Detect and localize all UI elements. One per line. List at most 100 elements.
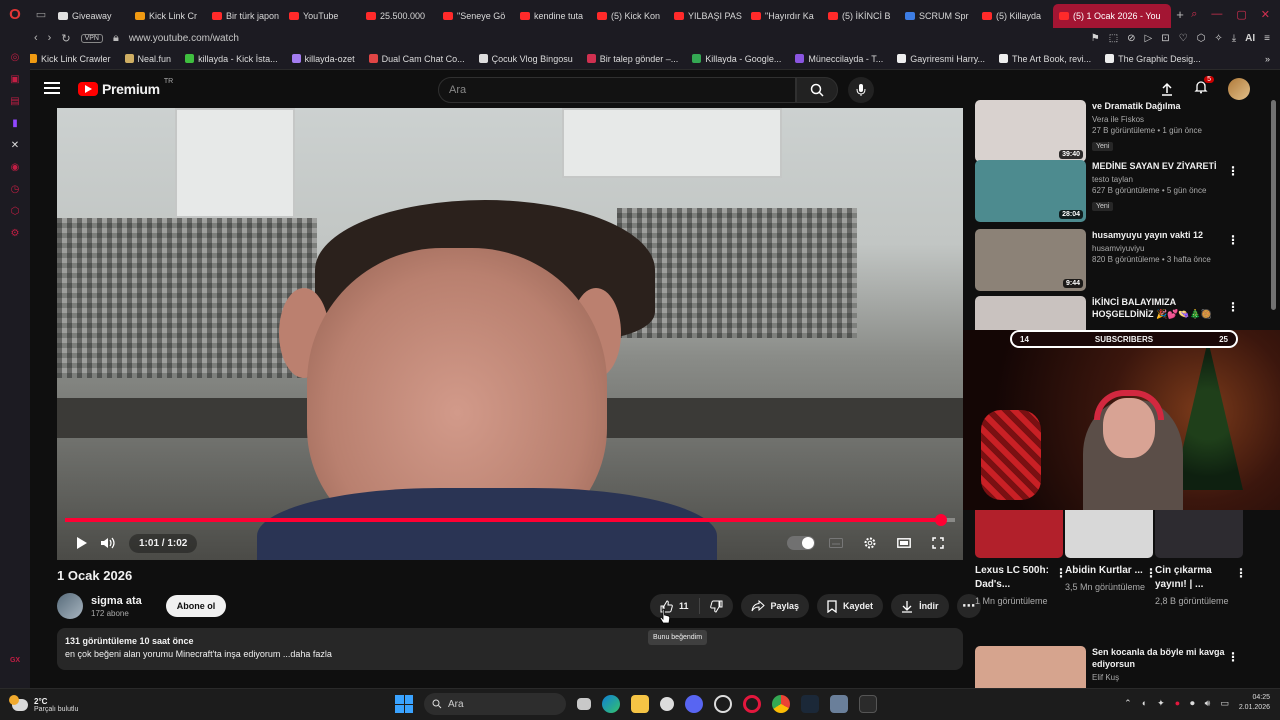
- browser-tab[interactable]: Giveaway: [52, 4, 129, 28]
- download-icon[interactable]: ⤓: [1232, 33, 1236, 44]
- more-options-icon[interactable]: ⋮: [1235, 566, 1247, 580]
- adblock-icon[interactable]: ⊘: [1127, 33, 1135, 44]
- menu-hamburger-icon[interactable]: [44, 82, 60, 94]
- channel-name[interactable]: sigma ata: [91, 595, 142, 607]
- bookmark-item[interactable]: Çocuk Vlog Bingosu: [478, 54, 573, 64]
- more-options-icon[interactable]: ⋮: [1227, 164, 1239, 178]
- youtube-logo[interactable]: Premium TR: [78, 78, 173, 97]
- browser-tab[interactable]: "Seneye Gö: [437, 4, 514, 28]
- related-video-item[interactable]: 9:44 husamyuyu yayın vakti 12 husamviyuviy…: [975, 229, 1265, 295]
- taskbar-search[interactable]: Ara: [424, 693, 566, 715]
- progress-bar[interactable]: [65, 514, 955, 526]
- related-video-title[interactable]: MEDİNE SAYAN EV ZİYARETİ: [1092, 160, 1232, 172]
- search-input[interactable]: Ara: [438, 77, 796, 103]
- short-thumbnail[interactable]: [1065, 510, 1153, 558]
- volume-tray-icon[interactable]: 🔊︎: [1205, 698, 1211, 709]
- bookmark-item[interactable]: killayda-ozet: [291, 54, 355, 64]
- related-video-item[interactable]: 39:40 ve Dramatik Dağılma Vera ile Fiskos 2…: [975, 100, 1265, 166]
- play-button[interactable]: [69, 530, 95, 556]
- tray-chevron-icon[interactable]: ⌃: [1124, 698, 1132, 709]
- related-video-title[interactable]: ve Dramatik Dağılma: [1092, 100, 1232, 112]
- opera-gx-icon[interactable]: [714, 695, 732, 713]
- gx-icon[interactable]: GX: [10, 657, 20, 664]
- bookmark-item[interactable]: Neal.fun: [124, 54, 171, 64]
- tray-app-icon[interactable]: ✦: [1157, 698, 1165, 709]
- taskbar-clock[interactable]: 04:25 2.01.2026: [1239, 693, 1270, 713]
- bookmark-item[interactable]: Dual Cam Chat Co...: [368, 54, 465, 64]
- related-video-channel[interactable]: Vera ile Fiskos: [1092, 115, 1232, 124]
- weather-widget[interactable]: 2°C Parçalı bulutlu: [0, 694, 120, 713]
- short-title[interactable]: Abidin Kurtlar ...: [1065, 564, 1153, 578]
- opera-icon[interactable]: [743, 695, 761, 713]
- browser-tab[interactable]: SCRUM Spr: [899, 4, 976, 28]
- short-item[interactable]: Cin çıkarma yayını! | ... 2,8 B görüntüle…: [1155, 510, 1247, 607]
- share-button[interactable]: Paylaş: [740, 594, 810, 618]
- short-title[interactable]: Lexus LC 500h: Dad's...: [975, 564, 1063, 592]
- autoplay-toggle[interactable]: [787, 536, 815, 550]
- vpn-badge[interactable]: VPN: [80, 33, 103, 43]
- back-icon[interactable]: ‹: [34, 32, 38, 44]
- snapshot-icon[interactable]: ⬚: [1109, 33, 1118, 44]
- browser-tab[interactable]: kendine tuta: [514, 4, 591, 28]
- volume-button[interactable]: [95, 530, 121, 556]
- file-explorer-icon[interactable]: [631, 695, 649, 713]
- new-tab-button[interactable]: +: [1171, 7, 1189, 22]
- channel-avatar[interactable]: [57, 593, 83, 619]
- pen-app-icon[interactable]: [859, 695, 877, 713]
- upload-icon[interactable]: [1160, 82, 1174, 96]
- description-box[interactable]: 131 görüntüleme 10 saat önce en çok beğe…: [57, 628, 963, 670]
- save-button[interactable]: Kaydet: [817, 594, 884, 618]
- short-thumbnail[interactable]: [975, 510, 1063, 558]
- related-video-title[interactable]: husamyuyu yayın vakti 12: [1092, 229, 1232, 241]
- settings-icon[interactable]: ⚙: [8, 228, 22, 240]
- fullscreen-button[interactable]: [925, 530, 951, 556]
- bookmark-item[interactable]: The Art Book, revi...: [999, 54, 1091, 64]
- search-button[interactable]: [796, 77, 838, 103]
- x-icon[interactable]: ✕: [8, 140, 22, 152]
- chrome-icon[interactable]: [772, 695, 790, 713]
- more-options-icon[interactable]: ⋮: [1227, 300, 1239, 314]
- more-options-icon[interactable]: ⋮: [1227, 650, 1239, 664]
- browser-tab[interactable]: (5) Killayda: [976, 4, 1053, 28]
- scrollbar-thumb[interactable]: [1271, 100, 1276, 310]
- browser-tab[interactable]: (5) 1 Ocak 2026 - You: [1053, 4, 1171, 28]
- player-sidebar-icon[interactable]: ◉: [8, 162, 22, 174]
- browser-tab[interactable]: (5) İKİNCİ B: [822, 4, 899, 28]
- settings-button[interactable]: [857, 530, 883, 556]
- voice-search-button[interactable]: [848, 77, 874, 103]
- bookmark-item[interactable]: Kick Link Crawler: [28, 54, 111, 64]
- browser-tab[interactable]: YILBAŞI PAS: [668, 4, 745, 28]
- video-thumbnail[interactable]: 9:44: [975, 229, 1086, 291]
- account-avatar[interactable]: [1228, 78, 1250, 100]
- steam-icon[interactable]: [801, 695, 819, 713]
- settings-app-icon[interactable]: [830, 695, 848, 713]
- bookmark-item[interactable]: Müneccilayda - T...: [795, 54, 883, 64]
- twitch-icon[interactable]: ▮: [8, 118, 22, 130]
- ai-app-icon[interactable]: [660, 697, 674, 711]
- related-video-title[interactable]: İKİNCİ BALAYIMIZA HOŞGELDİNİZ 🎉💕👒🎄🥘: [1092, 296, 1232, 320]
- close-window-button[interactable]: ✕: [1261, 8, 1270, 21]
- like-button[interactable]: 11: [650, 598, 700, 614]
- video-thumbnail[interactable]: 39:40: [975, 100, 1086, 162]
- menu-icon[interactable]: ≡: [1264, 33, 1270, 44]
- heart-icon[interactable]: ♡: [1179, 33, 1188, 44]
- edge-icon[interactable]: [602, 695, 620, 713]
- player-icon[interactable]: ▷: [1145, 33, 1153, 44]
- progress-handle[interactable]: [934, 514, 947, 526]
- start-button[interactable]: [395, 695, 413, 713]
- theater-button[interactable]: [891, 530, 917, 556]
- microphone-tray-icon[interactable]: ⏺: [1190, 698, 1195, 709]
- extension-icon[interactable]: ⊡: [1161, 33, 1169, 44]
- video-player[interactable]: 1:01 / 1:02: [57, 108, 963, 560]
- browser-tab[interactable]: (5) Kick Kon: [591, 4, 668, 28]
- puzzle-icon[interactable]: ✧: [1214, 33, 1222, 44]
- related-video-channel[interactable]: testo taylan: [1092, 175, 1232, 184]
- battery-icon[interactable]: ▭: [1220, 698, 1229, 709]
- short-title[interactable]: Cin çıkarma yayını! | ...: [1155, 564, 1243, 592]
- browser-tab[interactable]: Kick Link Cr: [129, 4, 206, 28]
- aria-icon[interactable]: ◎: [8, 52, 22, 64]
- short-item[interactable]: Lexus LC 500h: Dad's... 1 Mn görüntüleme ⋮: [975, 510, 1067, 607]
- maximize-button[interactable]: ▢: [1236, 8, 1246, 21]
- related-video-title[interactable]: Sen kocanla da böyle mi kavga ediyorsun: [1092, 646, 1232, 670]
- task-view-icon[interactable]: [577, 698, 591, 710]
